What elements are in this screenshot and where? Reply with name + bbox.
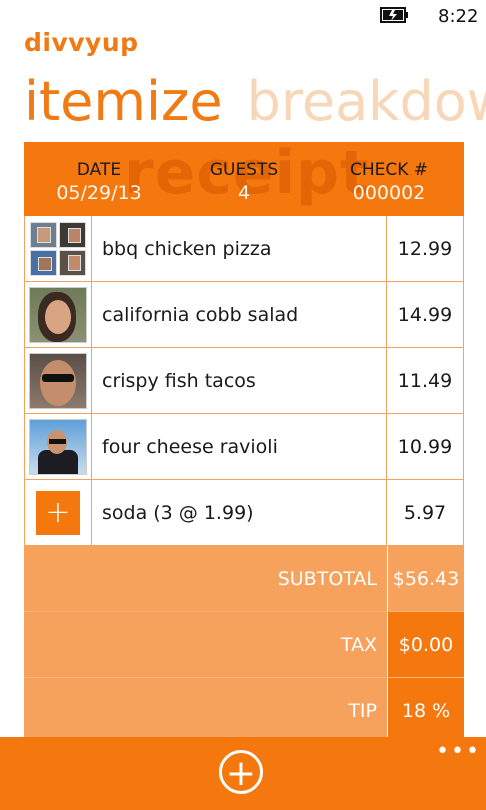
receipt-header: receipt DATE 05/29/13 GUESTS 4 CHECK # 0…	[24, 142, 464, 216]
item-price[interactable]: 10.99	[386, 414, 463, 479]
line-item[interactable]: crispy fish tacos 11.49	[24, 348, 464, 414]
line-item[interactable]: four cheese ravioli 10.99	[24, 414, 464, 480]
check-value: 000002	[352, 182, 426, 204]
line-item[interactable]: bbq chicken pizza 12.99	[24, 216, 464, 282]
item-price[interactable]: 11.49	[386, 348, 463, 413]
pivot-header: itemize breakdown	[24, 70, 486, 133]
subtotal-value: $56.43	[387, 546, 464, 611]
item-thumb-cell[interactable]	[25, 348, 92, 413]
item-price[interactable]: 5.97	[386, 480, 463, 545]
item-thumb-cell[interactable]	[25, 414, 92, 479]
add-person-button[interactable]: +	[36, 490, 80, 535]
item-thumb-cell[interactable]	[25, 282, 92, 347]
item-name[interactable]: california cobb salad	[92, 282, 386, 347]
subtotal-label: SUBTOTAL	[24, 546, 387, 611]
item-name[interactable]: soda (3 @ 1.99)	[92, 480, 386, 545]
check-label: CHECK #	[349, 160, 429, 180]
clock: 8:22	[438, 6, 479, 27]
item-price[interactable]: 12.99	[386, 216, 463, 281]
tip-value[interactable]: 18 %	[387, 678, 464, 743]
check-column[interactable]: CHECK # 000002	[314, 160, 464, 204]
receipt: receipt DATE 05/29/13 GUESTS 4 CHECK # 0…	[24, 142, 464, 744]
tip-row[interactable]: TIP 18 %	[24, 678, 464, 744]
group-photos-thumbnail	[30, 221, 86, 276]
guests-value: 4	[237, 182, 251, 204]
tax-row[interactable]: TAX $0.00	[24, 612, 464, 678]
item-thumb-cell[interactable]: +	[25, 480, 92, 545]
guests-label: GUESTS	[209, 160, 279, 180]
man-sunglasses-photo-thumbnail	[29, 352, 87, 409]
app-bar: + •••	[0, 737, 486, 810]
man-suit-photo-thumbnail	[29, 418, 87, 475]
pivot-item-itemize[interactable]: itemize	[24, 70, 223, 133]
line-item[interactable]: + soda (3 @ 1.99) 5.97	[24, 480, 464, 546]
date-label: DATE	[76, 160, 122, 180]
subtotal-row: SUBTOTAL $56.43	[24, 546, 464, 612]
tax-value[interactable]: $0.00	[387, 612, 464, 677]
item-name[interactable]: four cheese ravioli	[92, 414, 386, 479]
date-value: 05/29/13	[56, 182, 142, 204]
guests-column[interactable]: GUESTS 4	[169, 160, 319, 204]
line-item[interactable]: california cobb salad 14.99	[24, 282, 464, 348]
tip-label: TIP	[24, 678, 387, 743]
date-column[interactable]: DATE 05/29/13	[24, 160, 174, 204]
item-name[interactable]: crispy fish tacos	[92, 348, 386, 413]
pivot-item-breakdown[interactable]: breakdown	[247, 70, 486, 133]
woman-photo-thumbnail	[29, 286, 87, 343]
battery-charging-icon	[380, 7, 408, 23]
more-options-icon[interactable]: •••	[436, 739, 481, 764]
add-item-button[interactable]: +	[219, 750, 263, 794]
item-name[interactable]: bbq chicken pizza	[92, 216, 386, 281]
item-price[interactable]: 14.99	[386, 282, 463, 347]
tax-label: TAX	[24, 612, 387, 677]
item-thumb-cell[interactable]	[25, 216, 92, 281]
app-title: divvyup	[24, 28, 139, 57]
